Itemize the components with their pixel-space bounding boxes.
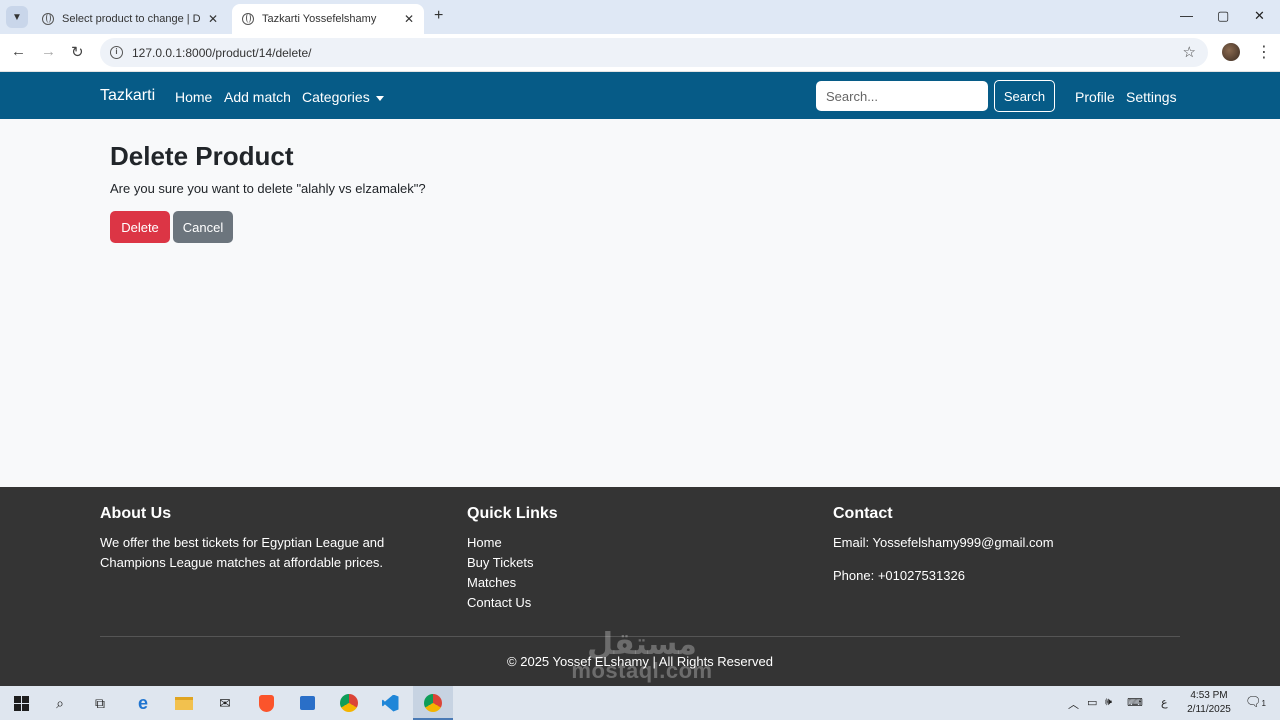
delete-button[interactable]: Delete (110, 211, 170, 243)
footer-link-home[interactable]: Home (467, 533, 767, 553)
menu-kebab-icon[interactable]: ⋮ (1256, 42, 1272, 62)
tab-title: Select product to change | Django site a… (62, 13, 200, 25)
keyboard-icon[interactable]: ⌨ (1127, 696, 1143, 709)
new-tab-icon[interactable]: + (434, 7, 443, 25)
brave-icon[interactable] (256, 693, 276, 713)
search-button[interactable]: Search (994, 80, 1055, 112)
footer-phone: Phone: +01027531326 (833, 568, 965, 583)
nav-categories-label: Categories (302, 89, 370, 105)
chevron-down-icon: ▼ (12, 11, 22, 23)
file-explorer-icon[interactable] (174, 693, 194, 713)
windows-start-icon[interactable] (11, 693, 31, 713)
battery-icon[interactable]: ▭ (1087, 696, 1097, 709)
site-navbar: Tazkarti Home Add match Categories Searc… (0, 72, 1280, 119)
footer-link-buy-tickets[interactable]: Buy Tickets (467, 553, 767, 573)
active-chrome-app[interactable] (413, 686, 453, 720)
footer-link-matches[interactable]: Matches (467, 573, 767, 593)
search-input[interactable] (816, 81, 988, 111)
system-clock[interactable]: 4:53 PM 2/11/2025 (1178, 689, 1240, 717)
bookmark-star-icon[interactable]: ☆ (1183, 43, 1196, 61)
nav-add-match[interactable]: Add match (224, 89, 291, 105)
volume-icon[interactable]: 🕪 (1105, 696, 1112, 709)
browser-tab-bar: ▼ Select product to change | Django site… (0, 0, 1280, 34)
reload-icon[interactable]: ↻ (71, 43, 84, 61)
footer-link-contact-us[interactable]: Contact Us (467, 593, 767, 613)
vscode-icon[interactable] (380, 693, 400, 713)
close-window-icon[interactable]: ✕ (1254, 8, 1265, 24)
browser-tab-admin[interactable]: Select product to change | Django site a… (32, 4, 228, 34)
close-tab-icon[interactable]: ✕ (404, 12, 414, 26)
tab-title: Tazkarti Yossefelshamy (262, 13, 377, 25)
minimize-icon[interactable]: — (1180, 8, 1193, 23)
footer-email: Email: Yossefelshamy999@gmail.com (833, 535, 1054, 550)
footer-quick-links: Quick Links Home Buy Tickets Matches Con… (467, 505, 767, 613)
delete-confirmation-text: Are you sure you want to delete "alahly … (110, 181, 426, 196)
page-title: Delete Product (110, 141, 294, 171)
brand-logo[interactable]: Tazkarti (100, 87, 155, 105)
back-icon[interactable]: ← (11, 43, 26, 60)
globe-icon (42, 13, 54, 25)
footer-quick-links-heading: Quick Links (467, 505, 558, 522)
footer-about-heading: About Us (100, 505, 172, 522)
windows-taskbar: ⌕ ⧉ e ✉ ︿ ▭ 🕪 ⌨ ع 4:53 PM 2/11/2025 🗨1 (0, 686, 1280, 720)
store-icon[interactable] (297, 693, 317, 713)
maximize-icon[interactable]: ▢ (1217, 8, 1229, 24)
notification-count: 1 (1261, 699, 1266, 708)
footer-copyright: © 2025 Yossef ELshamy | All Rights Reser… (507, 654, 773, 669)
mail-icon[interactable]: ✉ (215, 693, 235, 713)
main-content: Delete Product Are you sure you want to … (0, 119, 1280, 487)
chrome-icon (423, 693, 443, 713)
show-hidden-icons-icon[interactable]: ︿ (1068, 696, 1079, 712)
search-icon[interactable]: ⌕ (50, 693, 70, 713)
address-bar[interactable]: i 127.0.0.1:8000/product/14/delete/ ☆ (100, 38, 1208, 67)
task-view-icon[interactable]: ⧉ (90, 693, 110, 713)
chrome-icon[interactable] (339, 693, 359, 713)
nav-settings[interactable]: Settings (1126, 89, 1177, 105)
footer-contact-heading: Contact (833, 505, 893, 522)
notifications-icon[interactable]: 🗨1 (1245, 694, 1266, 710)
cancel-button[interactable]: Cancel (173, 211, 233, 243)
forward-icon[interactable]: → (41, 43, 56, 60)
input-language-indicator[interactable]: ع (1161, 696, 1168, 709)
url-text[interactable]: 127.0.0.1:8000/product/14/delete/ (132, 46, 311, 60)
footer-about-text: We offer the best tickets for Egyptian L… (100, 535, 385, 570)
nav-categories-dropdown[interactable]: Categories (302, 89, 384, 105)
clock-time: 4:53 PM (1190, 690, 1228, 701)
site-footer: About Us We offer the best tickets for E… (0, 487, 1280, 686)
nav-profile[interactable]: Profile (1075, 89, 1115, 105)
caret-down-icon (375, 95, 384, 101)
footer-contact: Contact Email: Yossefelshamy999@gmail.co… (833, 505, 1173, 599)
profile-avatar[interactable] (1222, 43, 1240, 61)
globe-icon (242, 13, 254, 25)
browser-tab-tazkarti[interactable]: Tazkarti Yossefelshamy ✕ (232, 4, 424, 34)
browser-toolbar: ← → ↻ i 127.0.0.1:8000/product/14/delete… (0, 34, 1280, 72)
tab-search-button[interactable]: ▼ (6, 6, 28, 28)
clock-date: 2/11/2025 (1187, 704, 1231, 715)
site-info-icon[interactable]: i (110, 46, 123, 59)
edge-icon[interactable]: e (133, 693, 153, 713)
nav-home[interactable]: Home (175, 89, 212, 105)
close-tab-icon[interactable]: ✕ (208, 12, 218, 26)
footer-about: About Us We offer the best tickets for E… (100, 505, 420, 573)
